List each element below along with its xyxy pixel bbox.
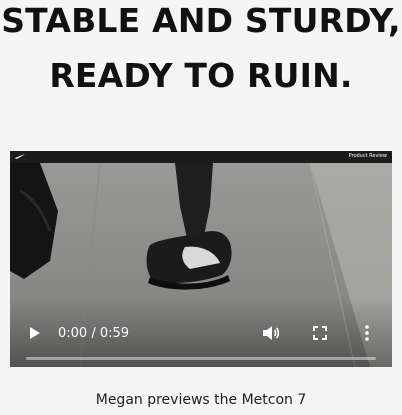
nike-swoosh-icon	[15, 154, 25, 159]
video-tag: Product Review	[348, 153, 387, 159]
fullscreen-icon[interactable]	[312, 325, 328, 341]
video-progress-bar[interactable]	[26, 357, 376, 360]
more-vertical-icon[interactable]	[362, 324, 372, 342]
headline-line-2: READY TO RUIN.	[49, 56, 353, 95]
volume-icon[interactable]	[262, 325, 280, 341]
headline-line-1: STABLE AND STURDY,	[1, 1, 401, 40]
video-caption: Megan previews the Metcon 7	[95, 392, 307, 408]
video-time: 0:00 / 0:59	[58, 326, 130, 341]
video-player[interactable]: Product Review 0:00 / 0:59	[10, 151, 392, 367]
play-icon[interactable]	[26, 325, 42, 341]
video-controls: 0:00 / 0:59	[10, 297, 392, 367]
